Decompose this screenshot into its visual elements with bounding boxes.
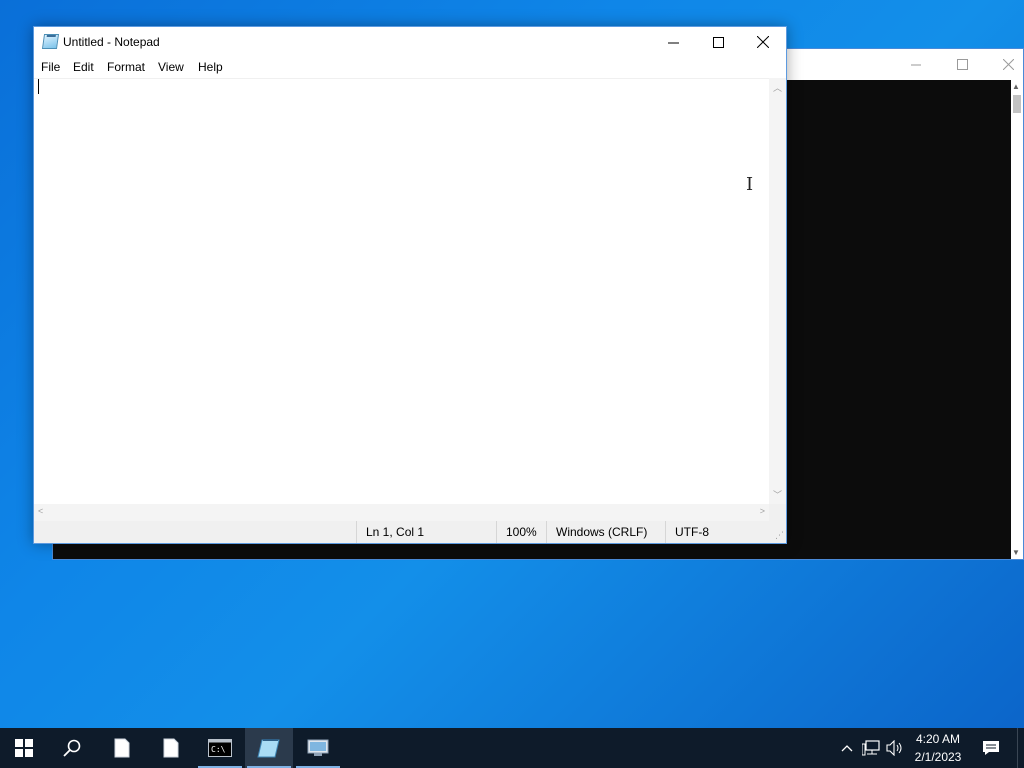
menu-edit[interactable]: Edit bbox=[73, 60, 94, 74]
status-encoding: UTF-8 bbox=[665, 521, 765, 543]
windows-logo-icon bbox=[15, 739, 33, 757]
status-zoom: 100% bbox=[496, 521, 546, 543]
close-icon bbox=[757, 36, 769, 48]
menu-bar: File Edit Format View Help bbox=[34, 57, 786, 78]
taskbar: C:\ 4:20 AM 2/1/2023 bbox=[0, 728, 1024, 768]
notepad-icon bbox=[257, 739, 280, 758]
scroll-down-icon[interactable]: ▼ bbox=[1012, 548, 1020, 557]
text-caret bbox=[38, 79, 39, 94]
close-icon bbox=[1002, 59, 1014, 70]
svg-text:C:\: C:\ bbox=[211, 745, 226, 754]
console-vertical-scrollbar[interactable]: ▲ ▼ bbox=[1011, 80, 1023, 559]
volume-icon bbox=[886, 740, 902, 756]
notepad-window[interactable]: Untitled - Notepad File Edit Format View… bbox=[33, 26, 787, 544]
status-bar: Ln 1, Col 1 100% Windows (CRLF) UTF-8 ⋰ bbox=[34, 521, 786, 543]
status-position: Ln 1, Col 1 bbox=[356, 521, 496, 543]
clock[interactable]: 4:20 AM 2/1/2023 bbox=[908, 728, 968, 768]
maximize-button[interactable] bbox=[695, 27, 741, 57]
taskbar-file-2[interactable] bbox=[147, 728, 195, 768]
scrollbar-corner bbox=[769, 504, 786, 521]
notepad-titlebar[interactable]: Untitled - Notepad bbox=[34, 27, 786, 57]
close-button[interactable] bbox=[740, 27, 786, 57]
maximize-icon bbox=[956, 59, 968, 70]
file-icon bbox=[114, 738, 130, 758]
network-tray-button[interactable] bbox=[859, 728, 883, 768]
taskbar-notepad[interactable] bbox=[245, 728, 293, 768]
show-desktop-button[interactable] bbox=[1017, 728, 1024, 768]
taskbar-network-app[interactable] bbox=[294, 728, 342, 768]
minimize-button[interactable] bbox=[650, 27, 696, 57]
menu-view[interactable]: View bbox=[158, 60, 184, 74]
minimize-icon bbox=[667, 42, 679, 43]
network-app-icon bbox=[307, 739, 329, 756]
taskbar-file-1[interactable] bbox=[98, 728, 146, 768]
scroll-up-icon[interactable]: ▲ bbox=[1012, 82, 1020, 91]
show-hidden-icons-button[interactable] bbox=[836, 728, 858, 768]
scroll-left-icon[interactable]: < bbox=[38, 506, 43, 516]
console-maximize-button[interactable] bbox=[939, 49, 985, 80]
start-button[interactable] bbox=[0, 728, 48, 768]
search-button[interactable] bbox=[48, 728, 96, 768]
menu-file[interactable]: File bbox=[41, 60, 60, 74]
clock-time: 4:20 AM bbox=[915, 732, 961, 746]
chevron-up-icon bbox=[841, 745, 853, 752]
minimize-icon bbox=[910, 64, 921, 66]
action-center-button[interactable] bbox=[976, 728, 1006, 768]
menu-help[interactable]: Help bbox=[198, 60, 223, 74]
notepad-icon bbox=[41, 34, 60, 49]
cmd-icon: C:\ bbox=[208, 739, 232, 757]
text-editor-area[interactable] bbox=[34, 78, 770, 505]
volume-tray-button[interactable] bbox=[883, 728, 907, 768]
scroll-right-icon[interactable]: > bbox=[760, 506, 765, 516]
clock-date: 2/1/2023 bbox=[914, 750, 962, 764]
console-minimize-button[interactable] bbox=[893, 49, 939, 80]
horizontal-scrollbar[interactable]: < > bbox=[34, 504, 770, 521]
notification-icon bbox=[983, 741, 999, 755]
window-title: Untitled - Notepad bbox=[63, 35, 160, 49]
file-icon bbox=[163, 738, 179, 758]
menu-format[interactable]: Format bbox=[107, 60, 145, 74]
vertical-scrollbar[interactable]: ︿ ﹀ bbox=[769, 78, 786, 504]
network-icon bbox=[862, 740, 880, 756]
scroll-down-icon[interactable]: ﹀ bbox=[773, 488, 782, 501]
search-icon bbox=[63, 739, 81, 757]
ibeam-cursor-icon: I bbox=[746, 174, 754, 195]
resize-grip-icon[interactable]: ⋰ bbox=[775, 530, 784, 541]
console-scroll-thumb[interactable] bbox=[1013, 95, 1021, 113]
scroll-up-icon[interactable]: ︿ bbox=[773, 81, 782, 94]
status-line-ending: Windows (CRLF) bbox=[546, 521, 666, 543]
maximize-icon bbox=[712, 36, 724, 48]
console-close-button[interactable] bbox=[985, 49, 1024, 80]
taskbar-cmd[interactable]: C:\ bbox=[196, 728, 244, 768]
